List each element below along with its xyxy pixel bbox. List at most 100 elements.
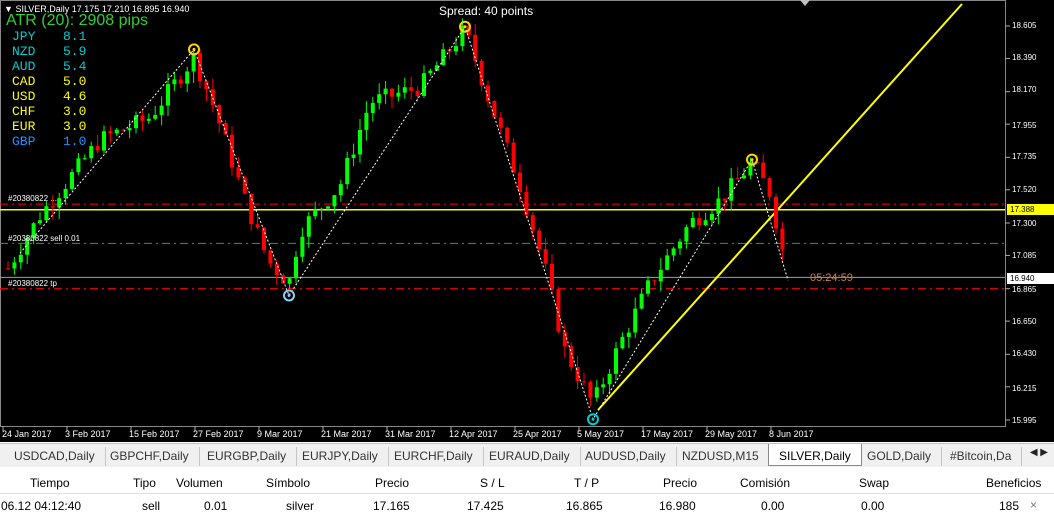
col-header-volume[interactable]: Volumen	[176, 476, 223, 490]
candle-body	[422, 73, 426, 96]
swing-marker-dot	[750, 158, 754, 162]
tab-euraud[interactable]: EURAUD,Daily	[479, 447, 581, 466]
trade-row[interactable]: 06.12 04:12:40 sell 0.01 silver 17.165 1…	[0, 494, 1054, 516]
candle-body	[319, 208, 324, 210]
candle-body	[678, 241, 682, 249]
candle-body	[710, 213, 714, 221]
price-chart[interactable]: ▼ SILVER,Daily 17.175 17.210 16.895 16.9…	[0, 0, 1054, 442]
price-axis-label: 16.650	[1012, 317, 1037, 326]
candle-body	[761, 162, 766, 179]
candle-body	[178, 79, 183, 84]
tab-eurgbp[interactable]: EURGBP,Daily	[197, 447, 298, 466]
close-order-icon[interactable]: ×	[1030, 498, 1037, 512]
date-axis-label: 8 Jun 2017	[769, 429, 814, 439]
currency-name: CAD	[12, 74, 36, 89]
price-axis-label: 17.955	[1012, 121, 1037, 130]
candle-body	[703, 220, 708, 226]
col-header-sl[interactable]: S / L	[480, 476, 505, 490]
order-line-label[interactable]: #20380822 tp	[8, 279, 57, 288]
cell-current-price: 16.980	[659, 499, 696, 513]
tab-bitcoin[interactable]: #Bitcoin,Da	[940, 447, 1023, 466]
col-header-symbol[interactable]: Símbolo	[266, 476, 310, 490]
swing-marker-dot	[192, 47, 196, 51]
order-line-label[interactable]: #20380822 ...	[8, 194, 57, 203]
tab-scroll-arrows-icon[interactable]: ◀ ▶	[1030, 447, 1048, 458]
candle-body	[735, 178, 740, 180]
currency-name: CHF	[12, 104, 36, 119]
price-axis-label: 15.995	[1012, 416, 1037, 425]
col-header-tp[interactable]: T / P	[574, 476, 599, 490]
candle-body	[351, 154, 356, 158]
candle-body	[268, 250, 273, 264]
candle-body	[390, 88, 394, 97]
candle-body	[690, 217, 695, 228]
col-header-type[interactable]: Tipo	[133, 476, 156, 490]
col-header-time[interactable]: Tiempo	[30, 476, 70, 490]
candle-body	[6, 268, 10, 270]
currency-name: USD	[12, 89, 36, 104]
price-axis-label: 17.735	[1012, 152, 1037, 161]
order-line-label[interactable]: #20380822 sell 0.01	[8, 234, 80, 243]
candle-body	[274, 263, 279, 276]
col-header-price[interactable]: Precio	[375, 476, 409, 490]
candle-body	[57, 198, 62, 208]
candle-body	[377, 94, 382, 103]
candle-body	[774, 196, 778, 229]
candle-body	[146, 118, 151, 121]
date-axis-label: 21 Mar 2017	[321, 429, 372, 439]
candle-body	[140, 115, 145, 121]
tab-gbpchf[interactable]: GBPCHF,Daily	[100, 447, 200, 466]
col-header-profit[interactable]: Beneficios	[986, 476, 1041, 490]
date-axis-label: 5 May 2017	[577, 429, 625, 439]
candle-body	[633, 308, 638, 333]
candle-body	[12, 262, 17, 269]
candle-countdown: 05:24:59	[810, 272, 853, 284]
candle-body	[255, 224, 260, 228]
candle-body	[409, 87, 414, 91]
atr-indicator: ATR (20): 2908 pips	[6, 12, 148, 29]
current-price-tag: 17.388	[1007, 204, 1054, 215]
price-axis-label: 16.430	[1012, 349, 1037, 358]
candle-body	[767, 178, 772, 197]
candle-body	[114, 129, 119, 134]
currency-value: 4.6	[63, 89, 87, 104]
candle-body	[383, 88, 388, 95]
date-axis-label: 31 Mar 2017	[385, 429, 436, 439]
tab-usdcad[interactable]: USDCAD,Daily	[4, 447, 106, 466]
candle-body	[38, 220, 42, 224]
price-axis-label: 17.520	[1012, 185, 1037, 194]
candle-body	[127, 128, 132, 131]
candle-body	[511, 142, 516, 173]
col-header-commission[interactable]: Comisión	[740, 476, 790, 490]
candle-body	[364, 112, 369, 130]
currency-strength-row: EUR 3.0	[12, 119, 86, 134]
currency-strength-row: NZD 5.9	[12, 44, 86, 59]
chart-shift-triangle-icon[interactable]	[800, 0, 810, 6]
chart-frame	[0, 0, 1006, 427]
tab-audusd[interactable]: AUDUSD,Daily	[575, 447, 677, 466]
spread-label: Spread: 40 points	[439, 4, 534, 18]
chart-canvas[interactable]	[0, 0, 1054, 442]
candle-body	[684, 227, 689, 242]
candle-body	[326, 206, 330, 209]
candle-body	[697, 217, 702, 226]
tab-gold[interactable]: GOLD,Daily	[857, 447, 943, 466]
candle-body	[505, 127, 510, 143]
candle-body	[166, 84, 170, 106]
price-axis-label: 17.300	[1012, 219, 1037, 228]
currency-value: 5.4	[63, 59, 87, 74]
zigzag-line	[19, 25, 789, 421]
col-header-current-price[interactable]: Precio	[663, 476, 697, 490]
candle-body	[614, 348, 618, 374]
candle-body	[454, 46, 458, 52]
date-axis-label: 27 Feb 2017	[193, 429, 244, 439]
date-axis-label: 15 Feb 2017	[129, 429, 180, 439]
candle-body	[300, 236, 305, 257]
tab-silver[interactable]: SILVER,Daily	[768, 444, 862, 466]
tab-eurchf[interactable]: EURCHF,Daily	[384, 447, 484, 466]
currency-name: AUD	[12, 59, 36, 74]
candle-body	[185, 71, 190, 84]
tab-eurjpy[interactable]: EURJPY,Daily	[292, 447, 389, 466]
tab-nzdusd[interactable]: NZDUSD,M15	[672, 447, 770, 466]
col-header-swap[interactable]: Swap	[859, 476, 889, 490]
